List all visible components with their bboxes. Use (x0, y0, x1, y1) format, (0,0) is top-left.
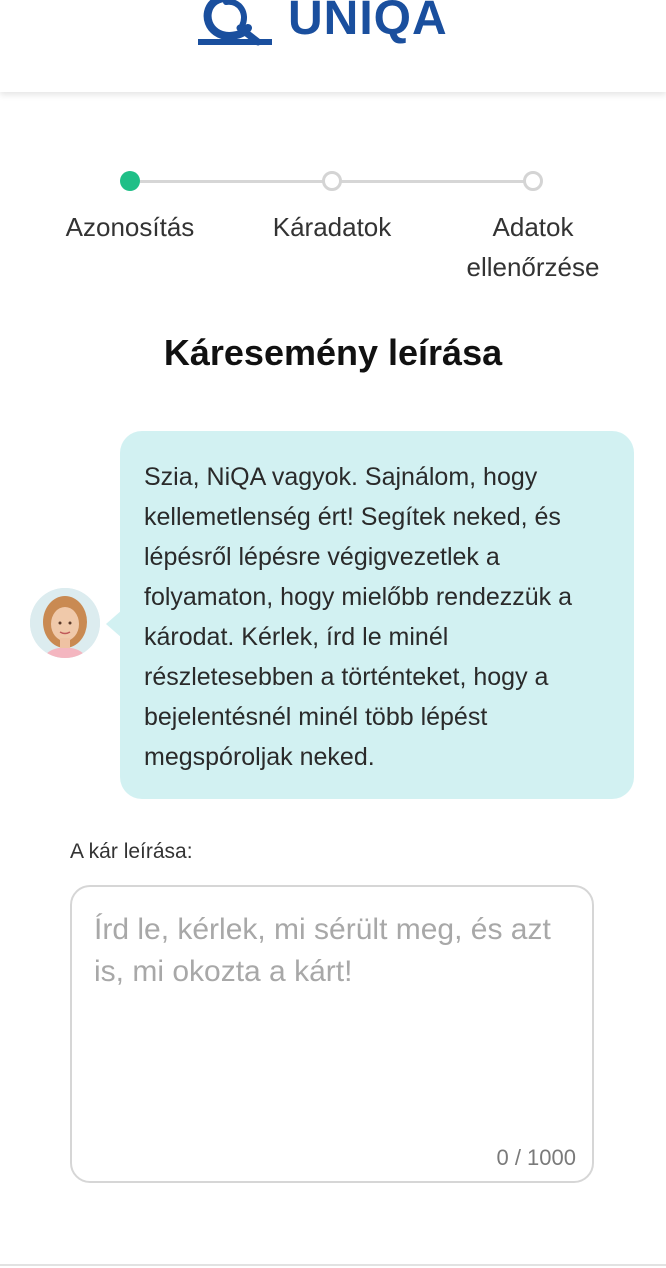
header: UNIQA (0, 0, 666, 92)
step-1-label-text: Azonosítás (65, 212, 195, 242)
logo-wordmark: UNIQA (288, 0, 448, 45)
bottom-divider (0, 1264, 666, 1266)
assistant-avatar-icon (30, 588, 100, 658)
assistant-message-text: Szia, NiQA vagyok. Sajnálom, hogy kellem… (144, 463, 573, 771)
step-1-label: Azonosítás (40, 207, 220, 247)
step-3-label: Adatok ellenőrzése (443, 207, 623, 287)
character-counter: 0 / 1000 (496, 1145, 576, 1170)
step-3-label-line2: ellenőrzése (466, 252, 600, 282)
step-3-dot (523, 171, 543, 191)
page-title: Káresemény leírása (163, 332, 503, 373)
damage-description-label: A kár leírása: (70, 840, 193, 863)
step-2-label-text: Káradatok (272, 212, 392, 242)
assistant-avatar (30, 588, 100, 658)
step-2-label: Káradatok (242, 207, 422, 247)
step-1-dot (120, 171, 140, 191)
damage-description-field-wrapper: 0 / 1000 (70, 885, 594, 1183)
uniqa-logo[interactable]: UNIQA (196, 0, 448, 46)
step-3-label-line1: Adatok (492, 212, 574, 242)
step-2-dot (322, 171, 342, 191)
assistant-message-bubble: Szia, NiQA vagyok. Sajnálom, hogy kellem… (120, 431, 634, 799)
uniqa-logo-icon (198, 0, 272, 46)
damage-description-textarea[interactable] (94, 909, 564, 1129)
